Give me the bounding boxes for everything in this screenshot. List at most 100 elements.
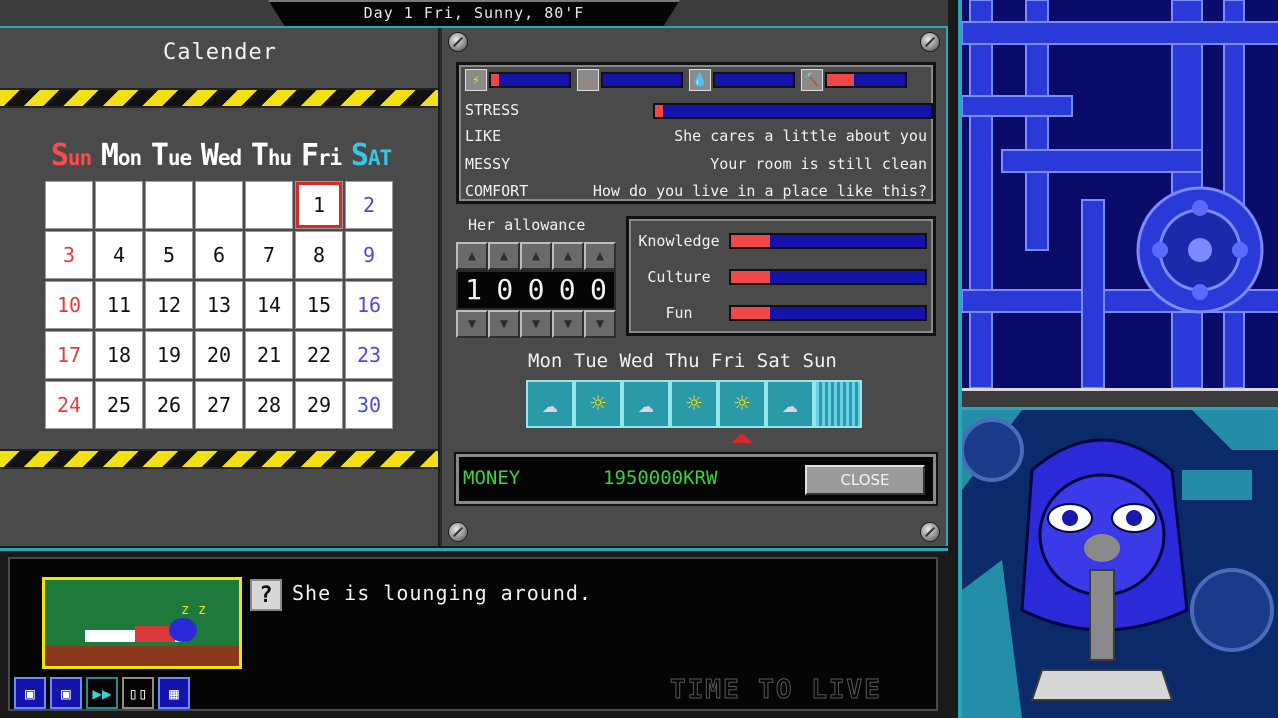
sunny-weather-icon: ☼ — [670, 380, 718, 428]
save-icon[interactable]: ▣ — [14, 677, 46, 709]
calendar-day: 25 — [95, 381, 143, 429]
bolt-icon — [920, 32, 940, 52]
attribute-row: Culture — [629, 267, 929, 287]
calendar-weekday-header: Sun Mon Tue Wed Thu Fri SAT — [46, 138, 396, 173]
attribute-bar — [729, 305, 927, 321]
allowance-up-row: ▲ ▲ ▲ ▲ ▲ — [456, 242, 616, 270]
allowance-increase-button[interactable]: ▲ — [456, 242, 488, 270]
cloudy-weather-icon: ☁ — [622, 380, 670, 428]
allowance-decrease-button[interactable]: ▼ — [552, 310, 584, 338]
attribute-row: Knowledge — [629, 231, 929, 251]
sunny-weather-icon: ☼ — [574, 380, 622, 428]
weekday-initial: F — [300, 138, 319, 173]
calendar-day: 30 — [345, 381, 393, 429]
stress-row: STRESS — [465, 101, 933, 119]
hazard-stripe-bottom — [0, 449, 438, 469]
allowance-increase-button[interactable]: ▲ — [520, 242, 552, 270]
allowance-control: ▲ ▲ ▲ ▲ ▲ 10000 ▼ ▼ ▼ ▼ ▼ — [456, 242, 616, 338]
message-text: She is lounging around. — [292, 581, 592, 605]
meter: ⚡ — [465, 69, 571, 91]
calendar-day: 26 — [145, 381, 193, 429]
calendar-day: 6 — [195, 231, 243, 279]
fire-icon: ♨ — [577, 69, 599, 91]
calendar-day: 13 — [195, 281, 243, 329]
character-illustration — [962, 410, 1278, 718]
calendar-day: 15 — [295, 281, 343, 329]
weekday-header: Fri — [296, 138, 346, 173]
money-label: MONEY — [463, 467, 521, 489]
sunny-weather-icon: ☼ — [718, 380, 766, 428]
allowance-digit: 0 — [496, 273, 514, 306]
toolbar: ▣ ▣ ▶▶ ▯▯ ▦ — [14, 677, 190, 709]
allowance-decrease-button[interactable]: ▼ — [584, 310, 616, 338]
weekday-header: SAT — [346, 138, 396, 173]
lightning-icon: ⚡ — [465, 69, 487, 91]
bolt-icon — [448, 522, 468, 542]
allowance-digit: 0 — [558, 273, 576, 306]
calendar-day: 23 — [345, 331, 393, 379]
scene-divider — [962, 388, 1278, 410]
stress-label: STRESS — [465, 101, 520, 119]
weekday-header: Thu — [246, 138, 296, 173]
like-row: LIKE She cares a little about you — [465, 127, 927, 145]
close-button[interactable]: CLOSE — [805, 465, 925, 495]
meter-bar-fill — [827, 74, 855, 86]
allowance-digit: 0 — [589, 273, 607, 306]
calendar-day: 5 — [145, 231, 193, 279]
weekday-initial: W — [200, 138, 219, 173]
bolt-icon — [920, 522, 940, 542]
comfort-row: COMFORT How do you live in a place like … — [465, 182, 927, 200]
meter-bar — [601, 72, 683, 88]
allowance-decrease-button[interactable]: ▼ — [488, 310, 520, 338]
meter: 🔨 — [801, 69, 907, 91]
calendar-day: 11 — [95, 281, 143, 329]
weekday-suffix: un — [67, 146, 92, 170]
calendar-day: 7 — [245, 231, 293, 279]
calendar-day-today: 1 — [295, 181, 343, 229]
calendar-icon[interactable]: ▦ — [158, 677, 190, 709]
weekday-suffix: ri — [317, 146, 342, 170]
calendar-day: 10 — [45, 281, 93, 329]
status-panel: ⚡ ♨ 💧 🔨 STRESS LIKE She cares a little abou… — [440, 28, 948, 546]
portrait-frame: z z — [42, 577, 242, 669]
day-status-tab: Day 1 Fri, Sunny, 80'F — [268, 0, 680, 26]
allowance-label: Her allowance — [468, 216, 586, 234]
stats-box: ⚡ ♨ 💧 🔨 STRESS LIKE She cares a little abou… — [456, 62, 936, 204]
meter-bar-fill — [491, 74, 499, 86]
scene-panel — [958, 0, 1278, 718]
meter-bar — [489, 72, 571, 88]
calendar-day — [145, 181, 193, 229]
weekday-header: Tue — [146, 138, 196, 173]
book-icon[interactable]: ▯▯ — [122, 677, 154, 709]
calendar-grid: 1 2 3 4 5 6 7 8 9 10 11 12 13 14 15 16 17 18 19 20 21 22 23 24 2… — [44, 180, 394, 430]
calendar-day: 12 — [145, 281, 193, 329]
allowance-increase-button[interactable]: ▲ — [488, 242, 520, 270]
calendar-day: 20 — [195, 331, 243, 379]
game-title-watermark: TIME TO LIVE — [670, 675, 882, 706]
allowance-decrease-button[interactable]: ▼ — [520, 310, 552, 338]
calendar-day — [95, 181, 143, 229]
load-icon[interactable]: ▣ — [50, 677, 82, 709]
weekday-initial: S — [50, 138, 69, 173]
forecast-days-label: Mon Tue Wed Thu Fri Sat Sun — [528, 350, 837, 372]
calendar-day — [245, 181, 293, 229]
calendar-day — [195, 181, 243, 229]
allowance-down-row: ▼ ▼ ▼ ▼ ▼ — [456, 310, 616, 338]
stress-bar — [653, 103, 933, 119]
money-value: 1950000KRW — [603, 467, 718, 489]
allowance-increase-button[interactable]: ▲ — [584, 242, 616, 270]
like-value: She cares a little about you — [674, 127, 927, 145]
calendar-day: 2 — [345, 181, 393, 229]
allowance-decrease-button[interactable]: ▼ — [456, 310, 488, 338]
allowance-digit: 1 — [465, 273, 483, 306]
fast-forward-icon[interactable]: ▶▶ — [86, 677, 118, 709]
allowance-increase-button[interactable]: ▲ — [552, 242, 584, 270]
calendar-day: 16 — [345, 281, 393, 329]
weekday-suffix: on — [117, 146, 142, 170]
stress-bar-fill — [655, 105, 664, 117]
attribute-bar-fill — [731, 271, 770, 283]
hazard-stripe-top — [0, 88, 438, 108]
calendar-day: 27 — [195, 381, 243, 429]
calendar-day: 29 — [295, 381, 343, 429]
calendar-day: 19 — [145, 331, 193, 379]
